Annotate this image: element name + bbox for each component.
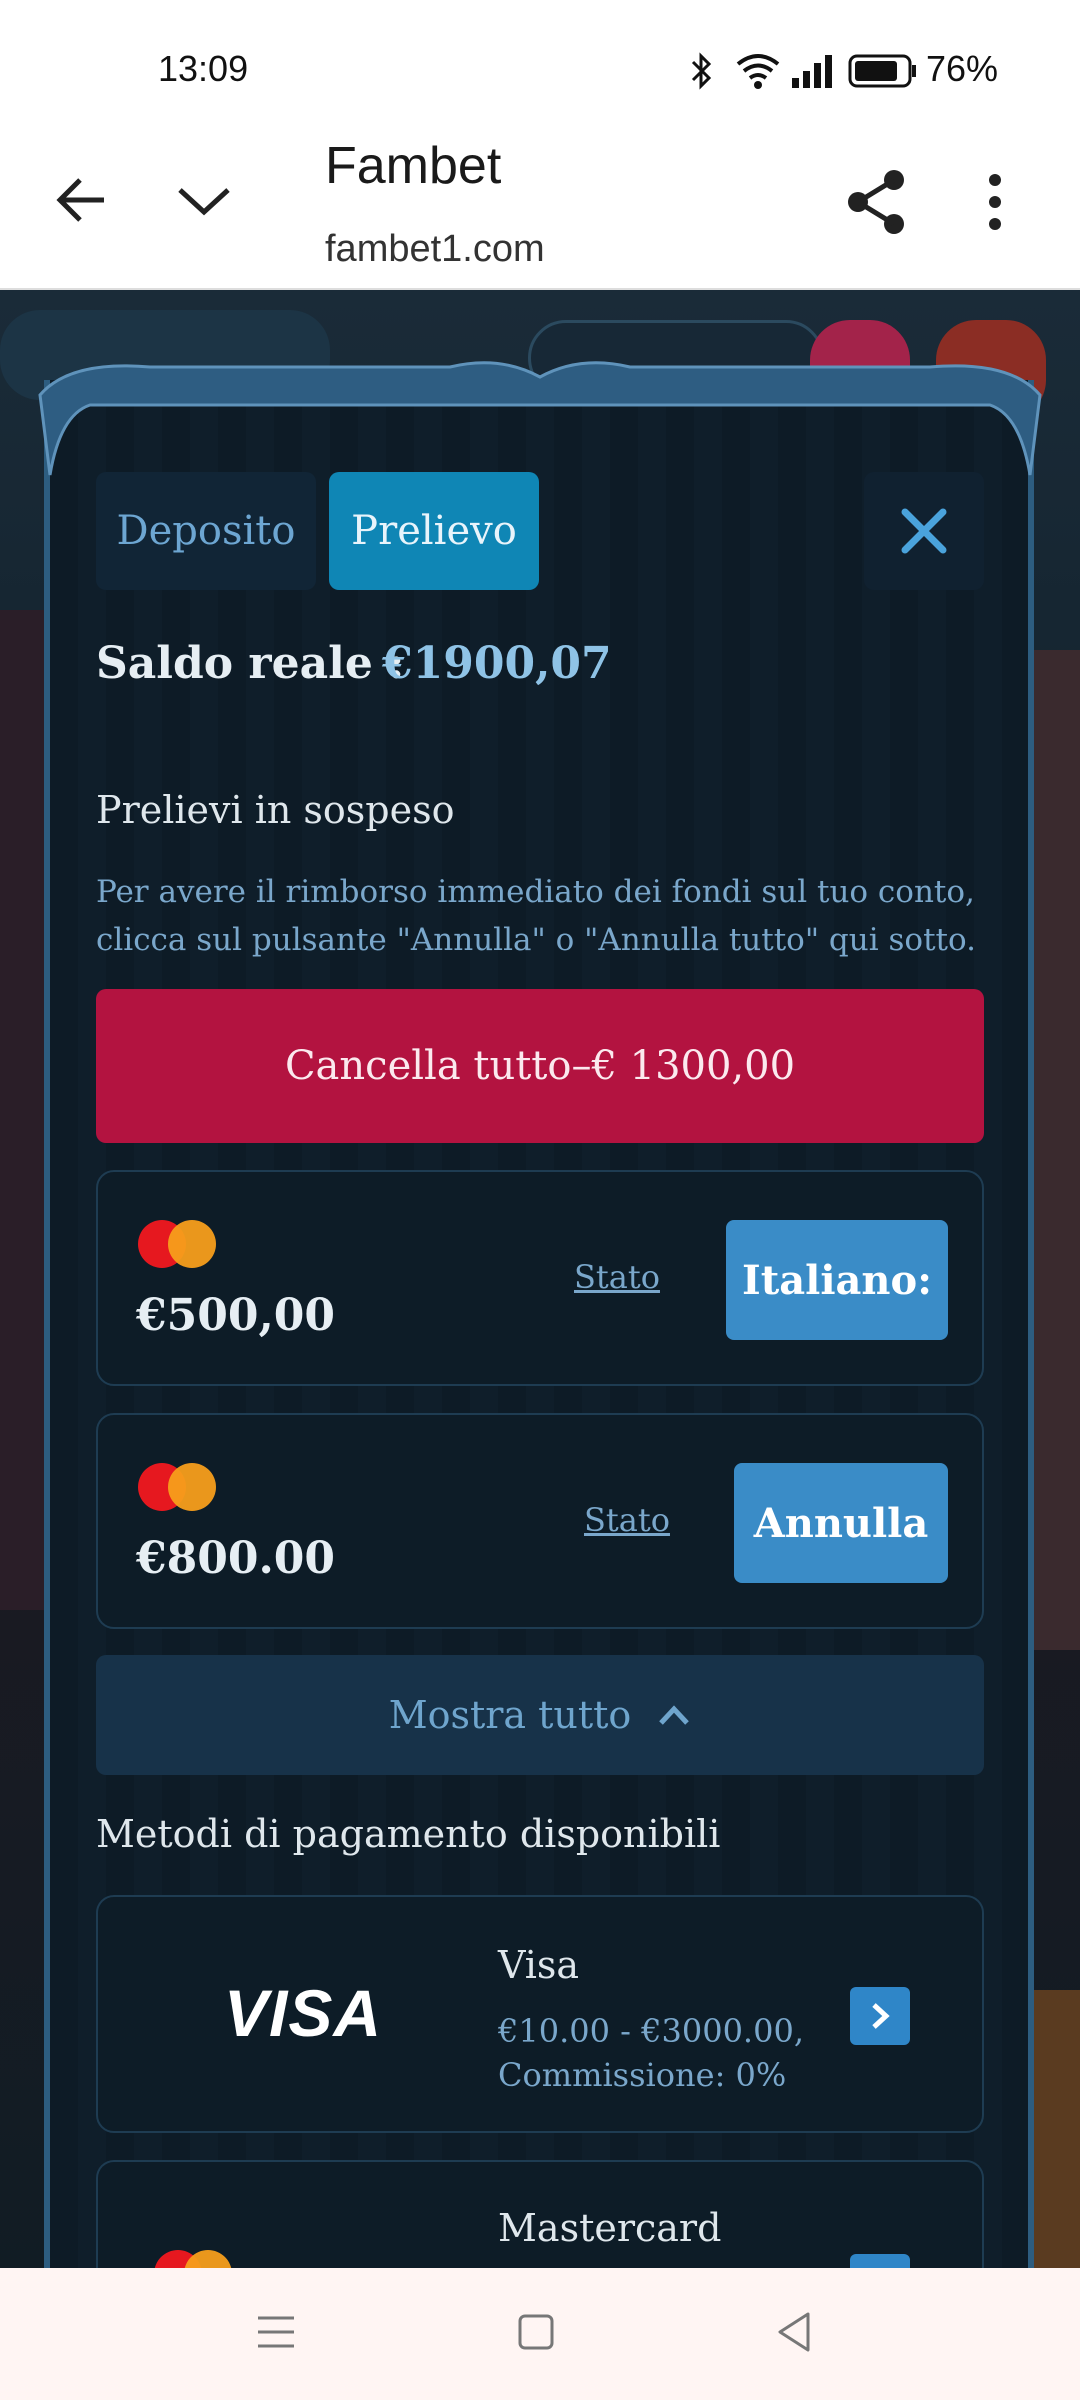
mastercard-icon bbox=[138, 1463, 218, 1511]
chevron-up-icon bbox=[659, 1705, 690, 1725]
pending-withdrawals-title: Prelievi in sospeso bbox=[96, 788, 455, 832]
status-time: 13:09 bbox=[158, 48, 249, 89]
close-icon bbox=[901, 508, 947, 554]
payment-method-name: Visa bbox=[498, 1943, 580, 1987]
close-button[interactable] bbox=[864, 472, 984, 590]
back-icon[interactable] bbox=[774, 2310, 814, 2354]
balance-value: €1900,07 bbox=[382, 638, 612, 689]
tab-withdraw[interactable]: Prelievo bbox=[329, 472, 539, 590]
cancel-withdrawal-button[interactable]: Italiano: bbox=[726, 1220, 948, 1340]
page-title: Fambet bbox=[325, 137, 502, 195]
cancel-withdrawal-button[interactable]: Annulla bbox=[734, 1463, 948, 1583]
system-nav-bar bbox=[0, 2268, 1080, 2400]
chevron-down-icon[interactable] bbox=[174, 180, 234, 220]
payment-method-name: Mastercard bbox=[498, 2206, 722, 2250]
bluetooth-icon bbox=[691, 52, 712, 90]
withdrawal-item: €500,00 Stato Italiano: bbox=[96, 1170, 984, 1386]
back-arrow-icon[interactable] bbox=[54, 172, 110, 228]
balance-label: Saldo reale : bbox=[96, 638, 405, 689]
tab-deposit[interactable]: Deposito bbox=[96, 472, 316, 590]
game-side-panel-right bbox=[1030, 650, 1080, 1650]
status-bar: 13:09 76% bbox=[0, 0, 1080, 128]
battery-percent: 76% bbox=[926, 48, 999, 89]
share-icon[interactable] bbox=[844, 168, 908, 236]
browser-toolbar: Fambet fambet1.com bbox=[0, 128, 1080, 290]
payment-method-visa[interactable]: VISA Visa €10.00 - €3000.00, Commissione… bbox=[96, 1895, 984, 2133]
withdrawal-amount: €500,00 bbox=[136, 1290, 336, 1341]
more-vert-icon[interactable] bbox=[984, 172, 1006, 232]
mastercard-icon bbox=[138, 1220, 218, 1268]
status-link[interactable]: Stato bbox=[584, 1501, 670, 1539]
status-link[interactable]: Stato bbox=[574, 1258, 660, 1296]
wifi-icon bbox=[736, 54, 780, 89]
payment-method-range: €10.00 - €3000.00, bbox=[498, 2012, 804, 2050]
chevron-right-icon[interactable] bbox=[850, 1987, 910, 2045]
withdrawal-item: €800.00 Stato Annulla bbox=[96, 1413, 984, 1629]
cancel-all-button[interactable]: Cancella tutto–€ 1300,00 bbox=[96, 989, 984, 1143]
payment-method-commission: Commissione: 0% bbox=[498, 2056, 787, 2094]
home-icon[interactable] bbox=[516, 2312, 556, 2352]
show-all-button[interactable]: Mostra tutto bbox=[96, 1655, 984, 1775]
battery-icon bbox=[848, 54, 916, 88]
withdrawal-amount: €800.00 bbox=[136, 1533, 336, 1584]
payment-methods-title: Metodi di pagamento disponibili bbox=[96, 1812, 721, 1856]
show-all-label: Mostra tutto bbox=[388, 1693, 632, 1737]
menu-icon[interactable] bbox=[256, 2312, 296, 2352]
visa-logo: VISA bbox=[224, 1976, 383, 2050]
signal-icon bbox=[792, 55, 832, 88]
pending-withdrawals-description: Per avere il rimborso immediato dei fond… bbox=[96, 874, 976, 958]
payment-method-mastercard[interactable]: Mastercard bbox=[96, 2160, 984, 2312]
page-url[interactable]: fambet1.com bbox=[325, 228, 545, 271]
